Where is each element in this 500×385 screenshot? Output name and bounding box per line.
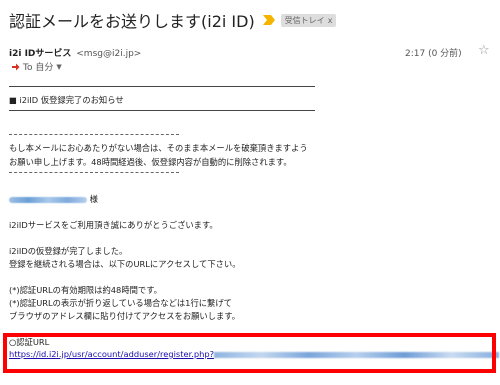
note-line-1: (*)認証URLの有効期限は約48時間です。 (9, 285, 162, 295)
notice-line-2: お願い申し上げます。48時間経過後、仮登録内容が自動的に削除されます。 (9, 157, 292, 167)
highlight-box (3, 333, 496, 373)
divider (9, 110, 315, 111)
done-line-1: i2iIDの仮登録が完了しました。 (9, 246, 128, 256)
important-marker-icon[interactable] (262, 15, 275, 25)
sender-email: <msg@i2i.jp> (76, 49, 142, 59)
divider (9, 86, 315, 87)
received-time: 2:17 (0 分前) (405, 49, 462, 59)
details-dropdown-icon[interactable]: ▼ (56, 63, 61, 71)
sender-name[interactable]: i2i IDサービス (9, 49, 71, 59)
star-icon[interactable]: ☆ (478, 43, 490, 58)
section-title: ■ i2iID 仮登録完了のお知らせ (9, 95, 124, 105)
recipient-row[interactable]: To 自分 ▼ (11, 60, 62, 73)
email-subject: 認証メールをお送りします(i2i ID) (9, 12, 255, 31)
dashed-divider (9, 172, 179, 173)
subject-row: 認証メールをお送りします(i2i ID) 受信トレイ x (9, 8, 337, 32)
done-line-2: 登録を継続される場合は、以下のURLにアクセスして下さい。 (9, 259, 241, 269)
salutation-suffix: 様 (89, 194, 98, 204)
recipient-text: To 自分 (23, 63, 54, 73)
dashed-divider (9, 134, 179, 135)
sender-row: i2i IDサービス <msg@i2i.jp> (9, 46, 141, 59)
notice-line-1: もし本メールにお心あたりがない場合は、そのまま本メールを破棄頂きますよう (9, 143, 308, 153)
salutation: 様 (9, 193, 98, 205)
remove-label-icon[interactable]: x (328, 16, 333, 25)
label-inbox[interactable]: 受信トレイ x (280, 13, 337, 27)
note-line-3: ブラウザのアドレス欄に貼り付けてアクセスをお願いします。 (9, 311, 241, 321)
label-inbox-text: 受信トレイ (284, 15, 325, 25)
note-line-2: (*)認証URLの表示が折り返している場合などは1行に繋げて (9, 298, 232, 308)
personal-arrow-icon (12, 63, 20, 71)
thanks-line: i2iIDサービスをご利用頂き誠にありがとうございます。 (9, 220, 218, 230)
redacted-email (9, 196, 87, 203)
